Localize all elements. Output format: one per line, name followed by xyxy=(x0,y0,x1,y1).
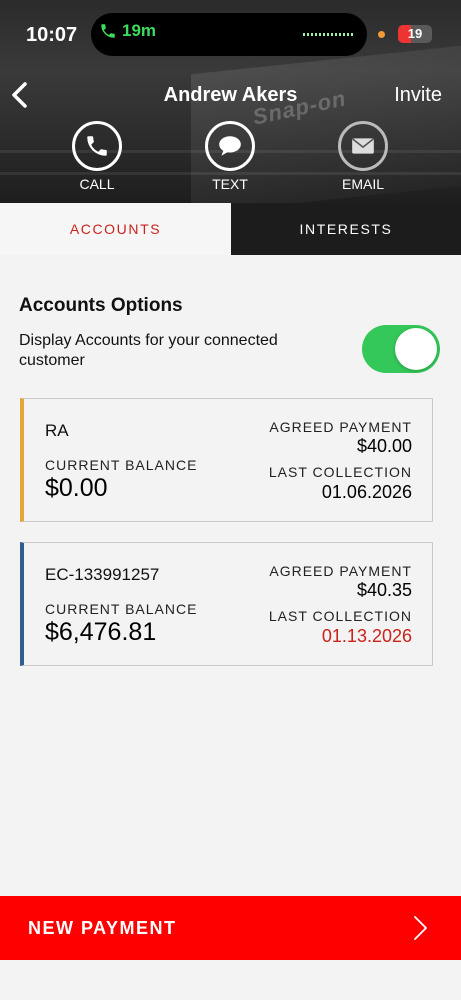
current-balance-label: CURRENT BALANCE xyxy=(45,457,198,473)
call-icon-ring xyxy=(72,121,122,171)
contact-header: Snap-on 10:07 19m 19 Andrew Akers Invite… xyxy=(0,0,461,203)
tab-accounts[interactable]: ACCOUNTS xyxy=(0,203,231,255)
toggle-label: Display Accounts for your connected cust… xyxy=(19,332,278,369)
text-button[interactable]: TEXT xyxy=(185,121,275,192)
phone-icon xyxy=(87,136,107,156)
chevron-right-icon xyxy=(414,916,427,940)
agreed-payment-label: AGREED PAYMENT xyxy=(269,419,412,435)
chat-bubble-icon xyxy=(219,136,241,156)
text-label: TEXT xyxy=(212,176,248,192)
last-collection-value: 01.13.2026 xyxy=(321,626,412,646)
dynamic-island[interactable]: 19m xyxy=(91,13,367,56)
agreed-payment-value: $40.00 xyxy=(356,436,412,456)
account-card[interactable]: RA CURRENT BALANCE $0.00 AGREED PAYMENT … xyxy=(20,398,433,522)
phone-icon xyxy=(101,24,115,38)
last-collection-value: 01.06.2026 xyxy=(321,482,412,502)
battery-percent: 19 xyxy=(407,26,423,41)
account-card[interactable]: EC-133991257 CURRENT BALANCE $6,476.81 A… xyxy=(20,542,433,666)
new-payment-label: NEW PAYMENT xyxy=(28,917,177,938)
invite-button[interactable]: Invite xyxy=(394,84,442,107)
privacy-indicator-icon xyxy=(378,31,385,38)
tab-interests[interactable]: INTERESTS xyxy=(231,203,461,255)
account-id: RA xyxy=(45,421,69,440)
section-title: Accounts Options xyxy=(19,295,183,316)
toggle-knob xyxy=(395,328,437,370)
email-label: EMAIL xyxy=(341,176,384,192)
new-payment-button[interactable]: NEW PAYMENT xyxy=(0,896,461,960)
current-balance-label: CURRENT BALANCE xyxy=(45,601,198,617)
status-time: 10:07 xyxy=(26,24,78,46)
contact-name: Andrew Akers xyxy=(163,84,298,106)
text-icon-ring xyxy=(205,121,255,171)
tab-bar: ACCOUNTS INTERESTS xyxy=(0,203,461,255)
display-accounts-toggle[interactable] xyxy=(362,325,440,373)
last-collection-label: LAST COLLECTION xyxy=(268,608,412,624)
agreed-payment-value: $40.35 xyxy=(356,580,412,600)
current-balance-value: $0.00 xyxy=(45,474,108,502)
call-label: CALL xyxy=(79,176,115,192)
envelope-icon xyxy=(352,138,374,154)
battery-indicator: 19 xyxy=(398,25,432,43)
email-icon-ring xyxy=(338,121,388,171)
active-call-indicator: 19m xyxy=(99,21,156,41)
audio-waveform-icon xyxy=(303,33,353,36)
account-id: EC-133991257 xyxy=(45,565,160,584)
last-collection-label: LAST COLLECTION xyxy=(268,464,412,480)
current-balance-value: $6,476.81 xyxy=(45,618,157,646)
email-button[interactable]: EMAIL xyxy=(318,121,408,192)
agreed-payment-label: AGREED PAYMENT xyxy=(269,563,412,579)
call-duration: 19m xyxy=(122,21,157,40)
call-button[interactable]: CALL xyxy=(52,121,142,192)
